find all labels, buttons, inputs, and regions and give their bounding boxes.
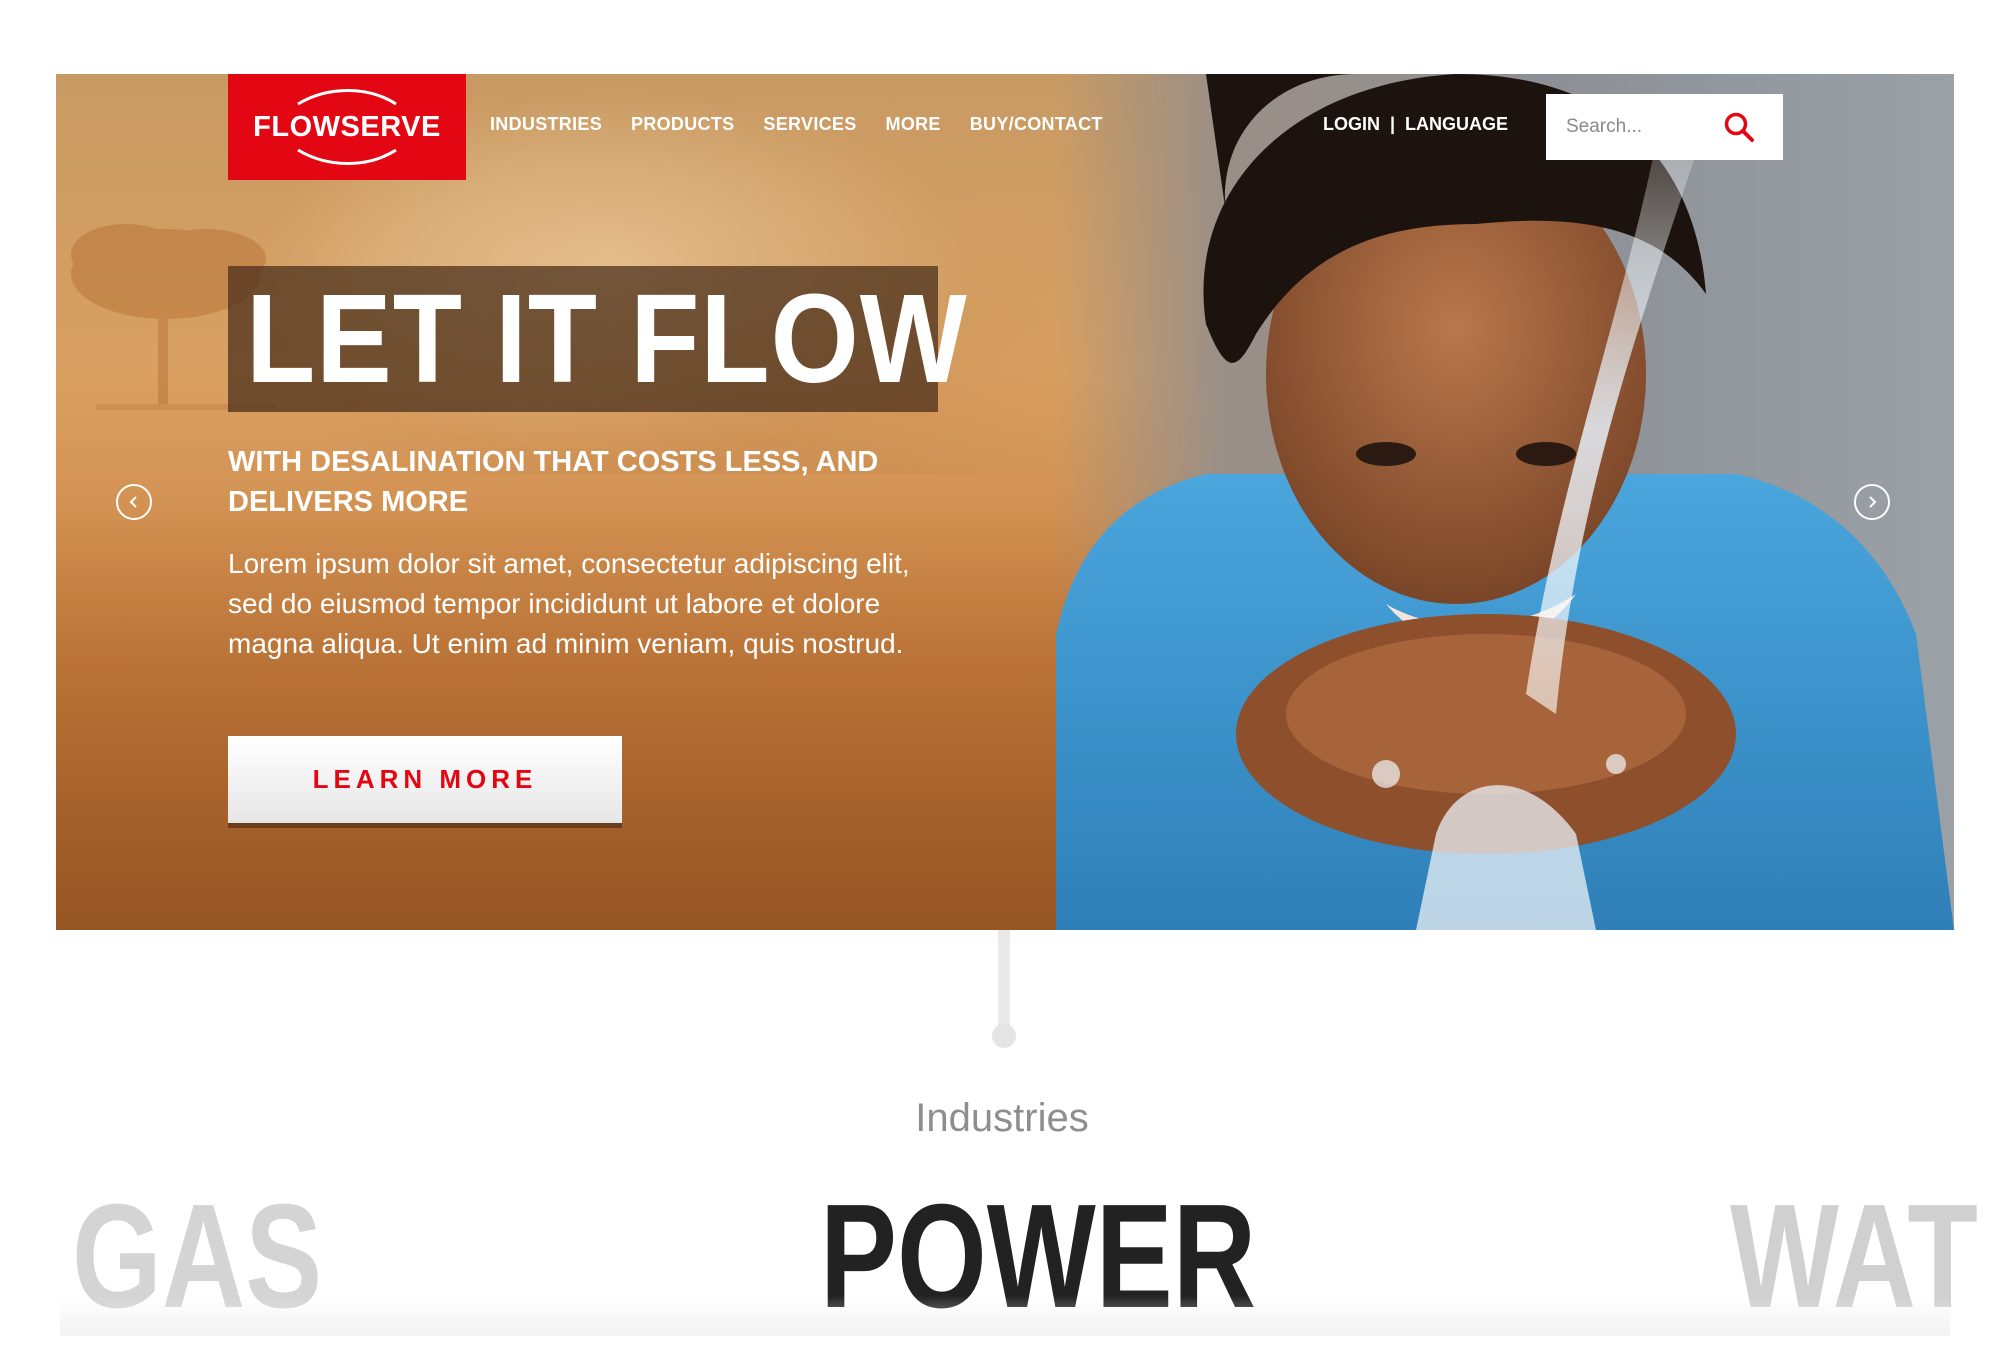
search-box bbox=[1546, 94, 1783, 160]
hero-photo bbox=[1056, 74, 1954, 930]
hero-subhead: WITH DESALINATION THAT COSTS LESS, AND D… bbox=[228, 446, 879, 518]
logo-swoosh-icon bbox=[297, 89, 397, 165]
learn-more-button[interactable]: LEARN MORE bbox=[228, 736, 622, 828]
hero-headline: LET IT FLOW bbox=[246, 268, 968, 409]
hero-body-text: Lorem ipsum dolor sit amet, consectetur … bbox=[228, 548, 910, 659]
industries-section-label: Industries bbox=[915, 1096, 1089, 1140]
timeline-connector bbox=[998, 930, 1010, 1036]
nav-products[interactable]: PRODUCTS bbox=[631, 114, 734, 135]
nav-buy-contact[interactable]: BUY/CONTACT bbox=[970, 114, 1103, 135]
search-icon[interactable] bbox=[1723, 111, 1755, 143]
main-nav: INDUSTRIES PRODUCTS SERVICES MORE BUY/CO… bbox=[490, 114, 1132, 135]
chevron-left-icon bbox=[129, 496, 137, 508]
nav-industries[interactable]: INDUSTRIES bbox=[490, 114, 602, 135]
nav-more[interactable]: MORE bbox=[886, 114, 941, 135]
search-input[interactable] bbox=[1564, 115, 1728, 139]
carousel-prev-button[interactable] bbox=[116, 484, 152, 520]
utility-separator: | bbox=[1390, 114, 1396, 134]
timeline-dot bbox=[992, 1024, 1016, 1048]
nav-services[interactable]: SERVICES bbox=[763, 114, 856, 135]
language-link[interactable]: LANGUAGE bbox=[1405, 114, 1508, 135]
flowserve-logo[interactable]: FLOWSERVE bbox=[228, 74, 466, 180]
chevron-right-icon bbox=[1869, 496, 1877, 508]
carousel-next-button[interactable] bbox=[1854, 484, 1890, 520]
industries-fade bbox=[60, 1296, 1950, 1336]
utility-nav: LOGIN | LANGUAGE bbox=[1323, 114, 1508, 135]
child-drinking-water-image bbox=[1056, 74, 1954, 930]
login-link[interactable]: LOGIN bbox=[1323, 114, 1380, 135]
